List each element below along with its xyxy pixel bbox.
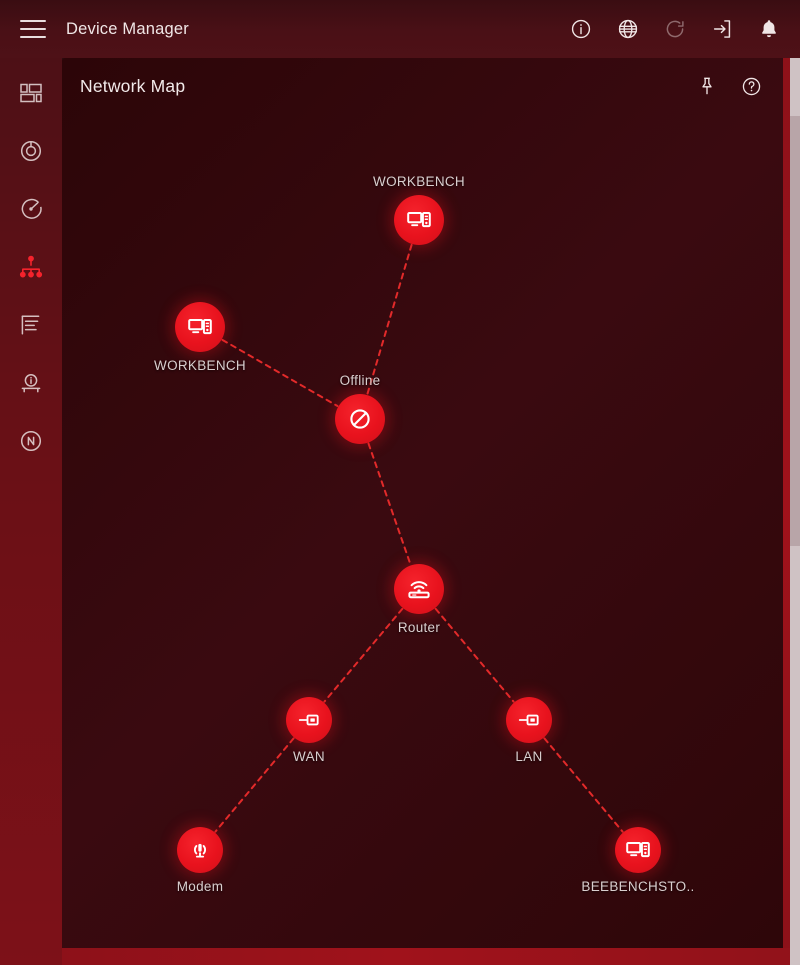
map-link-workbench-left-offline [221, 338, 339, 408]
map-node-lan-circle[interactable] [506, 697, 552, 743]
vertical-scrollbar-track[interactable] [790, 58, 800, 965]
topbar-actions [568, 16, 782, 42]
map-link-router-wan [323, 607, 404, 703]
panel-header: Network Map [62, 58, 783, 114]
log-list-icon [18, 312, 44, 338]
desktop-icon [187, 314, 213, 340]
sidebar-item-logs[interactable] [12, 306, 50, 344]
vertical-scrollbar-thumb[interactable] [790, 116, 800, 546]
panel-bottom-strip [62, 948, 800, 965]
sidebar [0, 58, 62, 965]
network-map-panel: Network Map WORKBENCH WORKBENCH Offline … [62, 58, 783, 948]
globe-icon[interactable] [615, 16, 641, 42]
sidebar-item-compass[interactable] [12, 422, 50, 460]
map-node-offline-circle[interactable] [335, 394, 385, 444]
hamburger-icon[interactable] [18, 18, 48, 40]
sidebar-item-network-map[interactable] [12, 248, 50, 286]
speedometer-icon [18, 196, 44, 222]
help-icon[interactable] [739, 74, 763, 98]
map-node-workbench-left-circle[interactable] [175, 302, 225, 352]
map-link-workbench-top-offline [366, 243, 413, 396]
sidebar-item-device-info[interactable] [12, 364, 50, 402]
bell-icon[interactable] [756, 16, 782, 42]
gauge-icon [18, 138, 44, 164]
desktop-icon [406, 207, 432, 233]
desktop-icon [625, 837, 651, 863]
info-icon[interactable] [568, 16, 594, 42]
modem-signal-icon [188, 838, 212, 862]
blocked-icon [347, 406, 373, 432]
compass-n-icon [18, 428, 44, 454]
ethernet-port-icon [297, 708, 321, 732]
pin-icon[interactable] [695, 74, 719, 98]
app-root: Device Manager Network Map WORKBENCH WOR… [0, 0, 800, 965]
panel-title: Network Map [80, 75, 186, 96]
map-node-workbench-top-circle[interactable] [394, 195, 444, 245]
sidebar-item-monitor[interactable] [12, 132, 50, 170]
refresh-icon[interactable] [662, 16, 688, 42]
sidebar-item-diagnostics[interactable] [12, 190, 50, 228]
top-bar: Device Manager [0, 0, 800, 58]
network-map-canvas[interactable]: WORKBENCH WORKBENCH Offline Router WAN LAN Mod… [62, 114, 783, 948]
dashboard-icon [18, 80, 44, 106]
map-link-wan-modem [214, 737, 295, 833]
router-icon [406, 576, 432, 602]
page-title: Device Manager [66, 19, 189, 38]
map-link-router-lan [434, 607, 515, 703]
logout-icon[interactable] [709, 16, 735, 42]
device-info-icon [18, 370, 44, 396]
sitemap-icon [18, 254, 44, 280]
map-node-modem-circle[interactable] [177, 827, 223, 873]
map-link-offline-router [367, 442, 412, 566]
map-node-beebenchsto-circle[interactable] [615, 827, 661, 873]
sidebar-item-dashboard[interactable] [12, 74, 50, 112]
panel-header-actions [695, 74, 763, 98]
panel-right-gutter [783, 58, 790, 948]
ethernet-port-icon [517, 708, 541, 732]
map-node-router-circle[interactable] [394, 564, 444, 614]
map-link-lan-beebenchsto [543, 737, 624, 833]
map-node-wan-circle[interactable] [286, 697, 332, 743]
